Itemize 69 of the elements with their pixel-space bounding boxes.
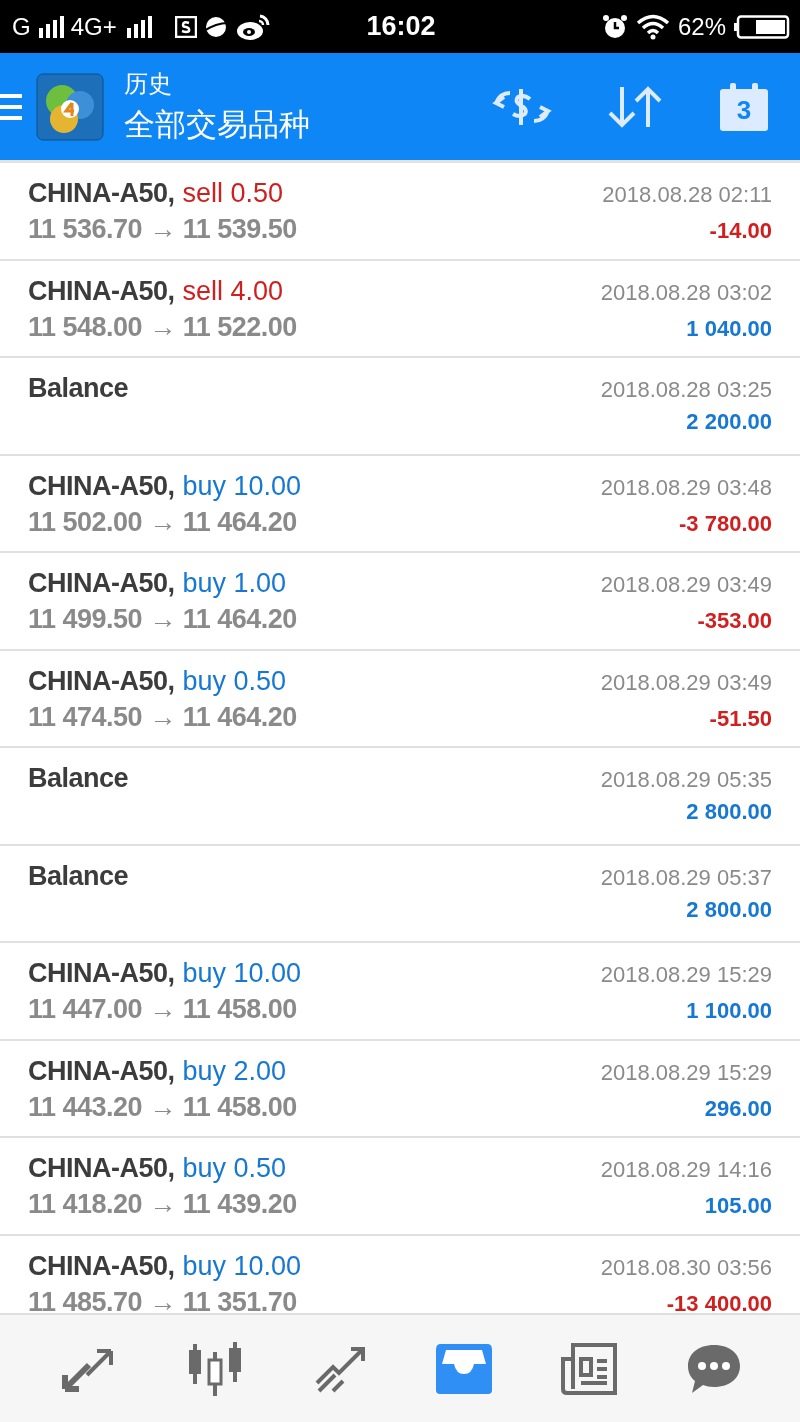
price-label: 11 485.70 → 11 351.70 (28, 1286, 297, 1313)
deal-label: sell 4.00 (182, 275, 284, 306)
profit-label: 296.00 (704, 1095, 772, 1122)
time-label: 2018.08.29 03:49 (600, 572, 772, 598)
profit-label: 105.00 (704, 1193, 772, 1219)
profit-label: 1 040.00 (686, 315, 772, 342)
profit-label: -3 780.00 (679, 510, 772, 537)
deal-label: buy 0.50 (182, 665, 287, 696)
deal-label: buy 0.50 (182, 1153, 287, 1183)
battery-percent: 62% (677, 12, 726, 41)
symbol-label: Balance (28, 373, 129, 403)
symbol-label: CHINA-A50, (28, 665, 175, 696)
time-label: 2018.08.29 05:35 (600, 767, 772, 793)
time-label: 2018.08.30 03:56 (600, 1254, 772, 1281)
price-label: 11 548.00 → 11 522.00 (28, 311, 297, 343)
symbol-label: Balance (28, 860, 129, 891)
symbol-label: CHINA-A50, (28, 1153, 175, 1183)
symbol-label: CHINA-A50, (28, 958, 175, 988)
profit-label: 2 800.00 (686, 799, 772, 825)
inbox-icon[interactable] (435, 1343, 492, 1394)
deal-label: buy 10.00 (182, 958, 302, 988)
symbol-label: CHINA-A50, (28, 1055, 175, 1086)
price-label: 11 499.50 → 11 464.20 (28, 604, 297, 635)
newspaper-icon[interactable] (560, 1342, 617, 1395)
price-label: 11 502.00 → 11 464.20 (28, 506, 297, 538)
time-label: 2018.08.29 03:49 (600, 669, 772, 696)
symbol-label: Balance (28, 763, 129, 793)
deal-label: buy 2.00 (182, 1055, 287, 1086)
time-label: 2018.08.28 03:02 (600, 279, 772, 306)
symbol-filter[interactable]: 全部交易品种 (124, 103, 310, 146)
deal-label: buy 1.00 (182, 568, 287, 598)
signal-icon (36, 15, 65, 38)
time-label: 2018.08.29 15:29 (600, 1059, 772, 1086)
price-label: 11 474.50 → 11 464.20 (28, 701, 297, 733)
symbol-label: CHINA-A50, (28, 1250, 175, 1281)
clock: 16:02 (366, 11, 436, 42)
alarm-icon (601, 13, 628, 40)
price-label: 11 536.70 → 11 539.50 (28, 214, 297, 245)
deal-label: buy 10.00 (182, 1250, 302, 1281)
price-label: 11 447.00 → 11 458.00 (28, 994, 297, 1025)
time-label: 2018.08.29 14:16 (600, 1157, 772, 1183)
price-label: 11 418.20 → 11 439.20 (28, 1189, 297, 1220)
profit-label: -51.50 (709, 705, 772, 732)
symbol-label: CHINA-A50, (28, 568, 175, 598)
app-icon (174, 15, 197, 38)
screen-title: 历史 (124, 68, 173, 100)
symbol-label: CHINA-A50, (28, 178, 175, 208)
chat-icon[interactable] (685, 1342, 742, 1395)
time-label: 2018.08.29 05:37 (600, 864, 772, 891)
time-label: 2018.08.28 02:11 (602, 182, 772, 208)
deal-label: sell 0.50 (182, 178, 284, 208)
network-label: 4G+ (70, 12, 117, 41)
time-label: 2018.08.29 15:29 (600, 962, 772, 988)
price-label: 11 443.20 → 11 458.00 (28, 1091, 297, 1123)
profit-label: 1 100.00 (686, 998, 772, 1024)
app-logo-icon (36, 72, 104, 141)
time-label: 2018.08.29 03:48 (600, 474, 772, 501)
profit-label: -13 400.00 (666, 1290, 772, 1313)
profit-label: 2 200.00 (686, 409, 772, 435)
battery-icon (734, 14, 790, 39)
deal-label: buy 10.00 (182, 470, 302, 501)
profit-label: -14.00 (709, 218, 772, 244)
time-label: 2018.08.28 03:25 (600, 377, 772, 403)
symbol-label: CHINA-A50, (28, 275, 175, 306)
profit-label: -353.00 (697, 608, 772, 634)
profit-label: 2 800.00 (686, 896, 772, 923)
symbol-label: CHINA-A50, (28, 470, 175, 501)
wifi-icon (635, 13, 670, 40)
carrier-label: G (12, 12, 31, 41)
